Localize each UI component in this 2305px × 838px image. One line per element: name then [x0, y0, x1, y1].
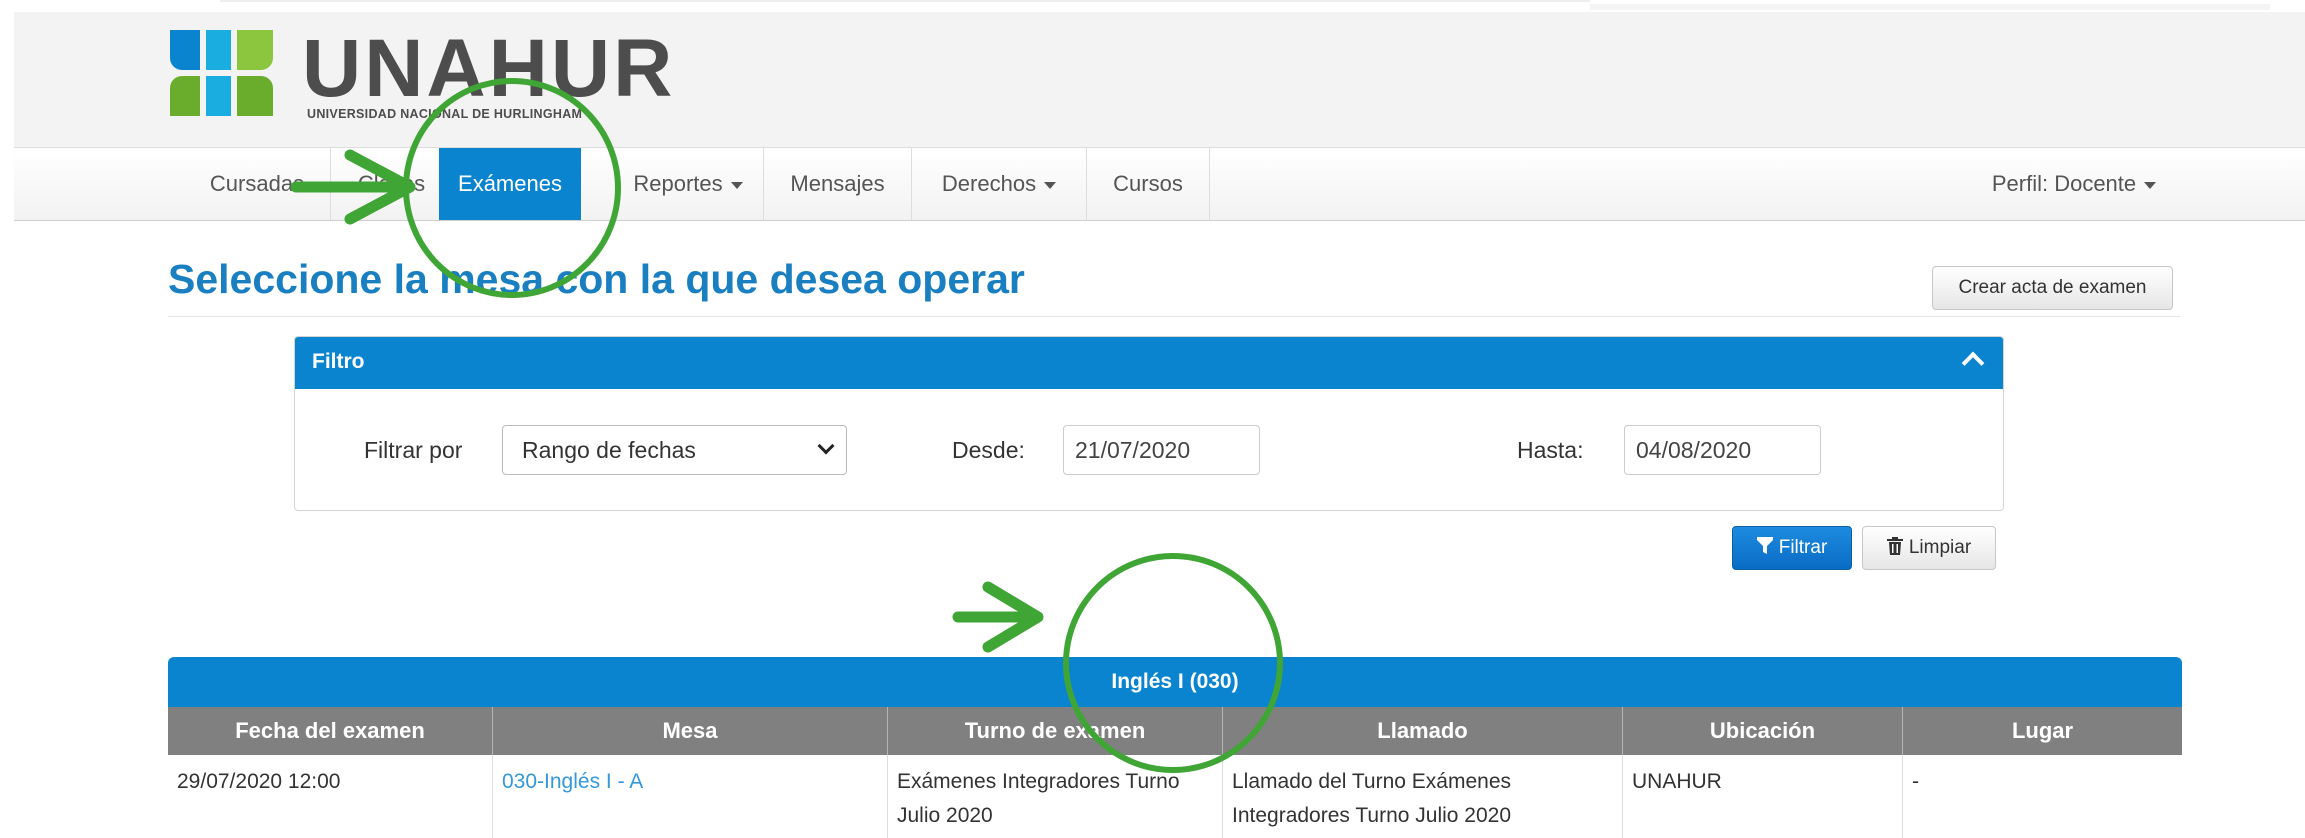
nav-item-reportes[interactable]: Reportes	[581, 148, 764, 220]
nav-label: Cursos	[1113, 171, 1183, 196]
column-header-fecha: Fecha del examen	[168, 707, 493, 755]
to-date-input[interactable]: 04/08/2020	[1624, 425, 1821, 475]
nav-label: Mensajes	[790, 171, 885, 196]
top-border-line-right	[1590, 4, 2270, 10]
nav-label: Clases	[357, 171, 426, 196]
to-date-label: Hasta:	[1517, 437, 1584, 463]
table-header: Fecha del examen Mesa Turno de examen Ll…	[168, 707, 2182, 755]
table-row: 29/07/2020 12:00 030-Inglés I - A Exámen…	[168, 755, 2182, 838]
nav-item-derechos[interactable]: Derechos	[912, 148, 1087, 220]
unahur-logo[interactable]: UNAHUR UNIVERSIDAD NACIONAL DE HURLINGHA…	[170, 28, 672, 126]
brand-subtitle: UNIVERSIDAD NACIONAL DE HURLINGHAM	[307, 107, 583, 121]
mesa-link[interactable]: 030-Inglés I - A	[502, 770, 643, 793]
cell-turno: Exámenes Integradores Turno Julio 2020	[888, 755, 1223, 838]
subject-title: Inglés I (030)	[168, 657, 2182, 707]
column-header-llamado: Llamado	[1223, 707, 1623, 755]
chevron-down-icon	[1044, 181, 1057, 189]
filter-by-label: Filtrar por	[364, 437, 463, 463]
nav-label: Cursadas	[209, 171, 305, 196]
chevron-down-icon	[2144, 181, 2157, 189]
apply-filter-button[interactable]: Filtrar	[1732, 526, 1852, 570]
nav-item-cursadas[interactable]: Cursadas	[184, 148, 331, 220]
filter-by-select[interactable]: Rango de fechas	[502, 425, 847, 475]
nav-label: Exámenes	[458, 171, 562, 196]
logo-square-top-middle	[206, 30, 231, 70]
column-header-turno: Turno de examen	[888, 707, 1223, 755]
top-border-line	[220, 0, 1590, 2]
chevron-down-icon	[817, 437, 835, 455]
cell-ubicacion: UNAHUR	[1623, 755, 1903, 838]
profile-menu[interactable]: Perfil: Docente	[1954, 148, 2194, 220]
filter-icon	[1756, 536, 1773, 554]
filter-by-value: Rango de fechas	[522, 437, 696, 463]
clear-filter-button[interactable]: Limpiar	[1862, 526, 1996, 570]
brand-name: UNAHUR	[302, 23, 676, 114]
nav-item-clases[interactable]: Clases	[331, 148, 453, 220]
cell-llamado: Llamado del Turno Exámenes Integradores …	[1223, 755, 1623, 838]
column-header-mesa: Mesa	[493, 707, 888, 755]
profile-label: Perfil: Docente	[1991, 171, 2137, 196]
from-date-input[interactable]: 21/07/2020	[1063, 425, 1260, 475]
create-exam-record-button[interactable]: Crear acta de examen	[1932, 266, 2173, 310]
cell-mesa: 030-Inglés I - A	[493, 755, 888, 838]
page-title: Seleccione la mesa con la que desea oper…	[168, 256, 1025, 302]
trash-icon	[1886, 536, 1903, 555]
logo-square-top-left	[170, 30, 200, 70]
arrow-icon	[952, 581, 1044, 653]
column-header-lugar: Lugar	[2011, 718, 2074, 743]
nav-item-examenes[interactable]: Exámenes	[439, 148, 581, 220]
filter-panel-title: Filtro	[312, 350, 365, 373]
nav-item-mensajes[interactable]: Mensajes	[764, 148, 912, 220]
logo-square-bottom-left	[170, 76, 200, 116]
cell-lugar: -	[1912, 770, 1919, 793]
column-header-ubicacion: Ubicación	[1623, 707, 1903, 755]
chevron-up-icon[interactable]	[1961, 351, 1985, 375]
logo-square-bottom-right	[237, 76, 273, 116]
nav-label: Reportes	[633, 171, 723, 196]
nav-label: Derechos	[941, 171, 1037, 196]
cell-fecha: 29/07/2020 12:00	[168, 755, 493, 838]
nav-item-cursos[interactable]: Cursos	[1087, 148, 1210, 220]
filter-panel: Filtro Filtrar por Rango de fechas Desde…	[294, 336, 2004, 511]
main-navbar: Cursadas Clases Exámenes Reportes Mensaj…	[14, 147, 2305, 221]
logo-square-top-right	[237, 30, 273, 70]
exam-table: Inglés I (030) Fecha del examen Mesa Tur…	[168, 657, 2182, 838]
chevron-down-icon	[730, 181, 743, 189]
apply-filter-label: Filtrar	[1778, 537, 1828, 558]
from-date-label: Desde:	[952, 437, 1025, 463]
filter-panel-header[interactable]: Filtro	[295, 337, 2003, 389]
logo-square-bottom-middle	[206, 76, 231, 116]
clear-filter-label: Limpiar	[1908, 537, 1972, 558]
title-divider	[168, 316, 2180, 317]
